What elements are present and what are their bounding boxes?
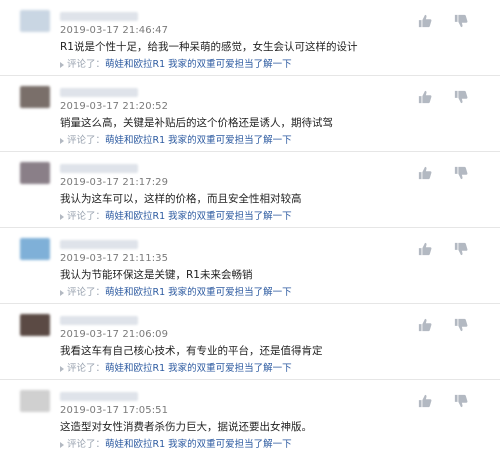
reference-prefix: 评论了： [67, 363, 106, 374]
comment-reference: 评论了：萌娃和欧拉R1 我家的双重可爱担当了解一下 [60, 132, 292, 146]
comment-item: 2019-03-17 21:20:52 销量这么高，关键是补贴后的这个价格还是诱… [0, 76, 500, 152]
caret-right-icon [60, 365, 64, 372]
comment-text: R1说是个性十足，给我一种呆萌的感觉，女生会认可这样的设计 [60, 41, 358, 53]
comment-reference: 评论了：萌娃和欧拉R1 我家的双重可爱担当了解一下 [60, 208, 292, 222]
avatar[interactable] [20, 390, 50, 412]
thumbs-down-icon[interactable] [454, 166, 468, 180]
thumbs-up-icon[interactable] [418, 166, 432, 180]
thumbs-down-icon[interactable] [454, 90, 468, 104]
comment-date: 2019-03-17 21:06:09 [60, 329, 169, 340]
username[interactable] [60, 316, 138, 325]
caret-right-icon [60, 213, 64, 220]
caret-right-icon [60, 61, 64, 68]
comment-item: 2019-03-17 21:46:47 R1说是个性十足，给我一种呆萌的感觉，女… [0, 0, 500, 76]
comment-date: 2019-03-17 21:46:47 [60, 25, 169, 36]
reference-prefix: 评论了： [67, 135, 106, 146]
username[interactable] [60, 392, 138, 401]
reference-link[interactable]: 萌娃和欧拉R1 我家的双重可爱担当了解一下 [105, 287, 292, 298]
comment-text: 销量这么高，关键是补贴后的这个价格还是诱人，期待试驾 [60, 117, 333, 129]
thumbs-up-icon[interactable] [418, 90, 432, 104]
avatar[interactable] [20, 314, 50, 336]
comment-text: 我看这车有自己核心技术，有专业的平台，还是值得肯定 [60, 345, 323, 357]
thumbs-down-icon[interactable] [454, 394, 468, 408]
comment-reference: 评论了：萌娃和欧拉R1 我家的双重可爱担当了解一下 [60, 284, 292, 298]
caret-right-icon [60, 441, 64, 448]
thumbs-up-icon[interactable] [418, 394, 432, 408]
thumbs-down-icon[interactable] [454, 14, 468, 28]
comment-item: 2019-03-17 17:05:51 这造型对女性消费者杀伤力巨大，据说还要出… [0, 380, 500, 456]
reference-link[interactable]: 萌娃和欧拉R1 我家的双重可爱担当了解一下 [105, 439, 292, 450]
comment-feed: 2019-03-17 21:46:47 R1说是个性十足，给我一种呆萌的感觉，女… [0, 0, 500, 450]
thumbs-up-icon[interactable] [418, 242, 432, 256]
username[interactable] [60, 240, 138, 249]
caret-right-icon [60, 289, 64, 296]
comment-reference: 评论了：萌娃和欧拉R1 我家的双重可爱担当了解一下 [60, 56, 292, 70]
reference-link[interactable]: 萌娃和欧拉R1 我家的双重可爱担当了解一下 [105, 211, 292, 222]
username[interactable] [60, 164, 138, 173]
caret-right-icon [60, 137, 64, 144]
reference-prefix: 评论了： [67, 59, 106, 70]
reference-link[interactable]: 萌娃和欧拉R1 我家的双重可爱担当了解一下 [105, 59, 292, 70]
reference-prefix: 评论了： [67, 211, 106, 222]
username[interactable] [60, 88, 138, 97]
username[interactable] [60, 12, 138, 21]
comment-date: 2019-03-17 21:17:29 [60, 177, 169, 188]
thumbs-up-icon[interactable] [418, 318, 432, 332]
avatar[interactable] [20, 162, 50, 184]
comment-item: 2019-03-17 21:11:35 我认为节能环保这是关键，R1未来会畅销 … [0, 228, 500, 304]
reference-link[interactable]: 萌娃和欧拉R1 我家的双重可爱担当了解一下 [105, 135, 292, 146]
avatar[interactable] [20, 86, 50, 108]
reference-prefix: 评论了： [67, 287, 106, 298]
comment-item: 2019-03-17 21:06:09 我看这车有自己核心技术，有专业的平台，还… [0, 304, 500, 380]
thumbs-down-icon[interactable] [454, 318, 468, 332]
comment-reference: 评论了：萌娃和欧拉R1 我家的双重可爱担当了解一下 [60, 436, 292, 450]
comment-date: 2019-03-17 21:20:52 [60, 101, 169, 112]
reference-link[interactable]: 萌娃和欧拉R1 我家的双重可爱担当了解一下 [105, 363, 292, 374]
avatar[interactable] [20, 238, 50, 260]
comment-text: 我认为节能环保这是关键，R1未来会畅销 [60, 269, 253, 281]
avatar[interactable] [20, 10, 50, 32]
comment-text: 我认为这车可以，这样的价格，而且安全性相对较高 [60, 193, 302, 205]
thumbs-up-icon[interactable] [418, 14, 432, 28]
comment-date: 2019-03-17 21:11:35 [60, 253, 169, 264]
comment-reference: 评论了：萌娃和欧拉R1 我家的双重可爱担当了解一下 [60, 360, 292, 374]
thumbs-down-icon[interactable] [454, 242, 468, 256]
comment-item: 2019-03-17 21:17:29 我认为这车可以，这样的价格，而且安全性相… [0, 152, 500, 228]
comment-date: 2019-03-17 17:05:51 [60, 405, 169, 416]
comment-text: 这造型对女性消费者杀伤力巨大，据说还要出女神版。 [60, 421, 312, 433]
reference-prefix: 评论了： [67, 439, 106, 450]
